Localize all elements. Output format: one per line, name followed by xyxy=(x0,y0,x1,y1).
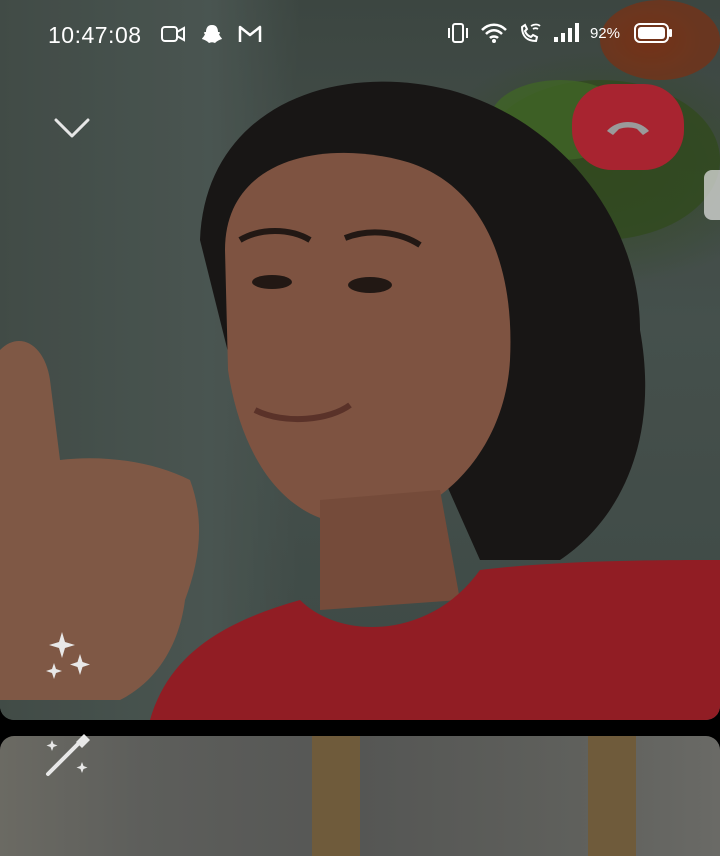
wifi-calling-icon xyxy=(520,23,541,43)
battery-percent: 92% xyxy=(589,24,620,42)
filters-button[interactable] xyxy=(40,732,96,782)
wifi-icon xyxy=(481,23,507,43)
magic-wand-icon xyxy=(46,734,90,776)
side-panel-handle[interactable] xyxy=(704,170,720,220)
end-call-button[interactable] xyxy=(572,84,684,170)
background-strap xyxy=(312,736,360,856)
vibrate-icon xyxy=(447,23,468,43)
status-left-icons xyxy=(160,22,262,46)
background-strap xyxy=(588,736,636,856)
snapchat-icon xyxy=(202,25,222,43)
sparkles-icon xyxy=(46,632,90,679)
minimize-call-button[interactable] xyxy=(50,112,94,144)
battery-icon xyxy=(634,23,672,43)
video-camera-icon xyxy=(161,26,185,42)
status-right-icons: 92% xyxy=(446,22,674,44)
status-time: 10:47:08 xyxy=(48,22,142,48)
phone-hangup-icon xyxy=(607,122,649,135)
gmail-icon xyxy=(238,25,262,42)
self-view-video-feed xyxy=(0,736,720,856)
effects-button[interactable] xyxy=(42,630,96,682)
signal-icon xyxy=(553,23,579,42)
status-bar: 10:47:08 92% xyxy=(0,0,720,70)
chevron-down-icon xyxy=(54,118,90,138)
